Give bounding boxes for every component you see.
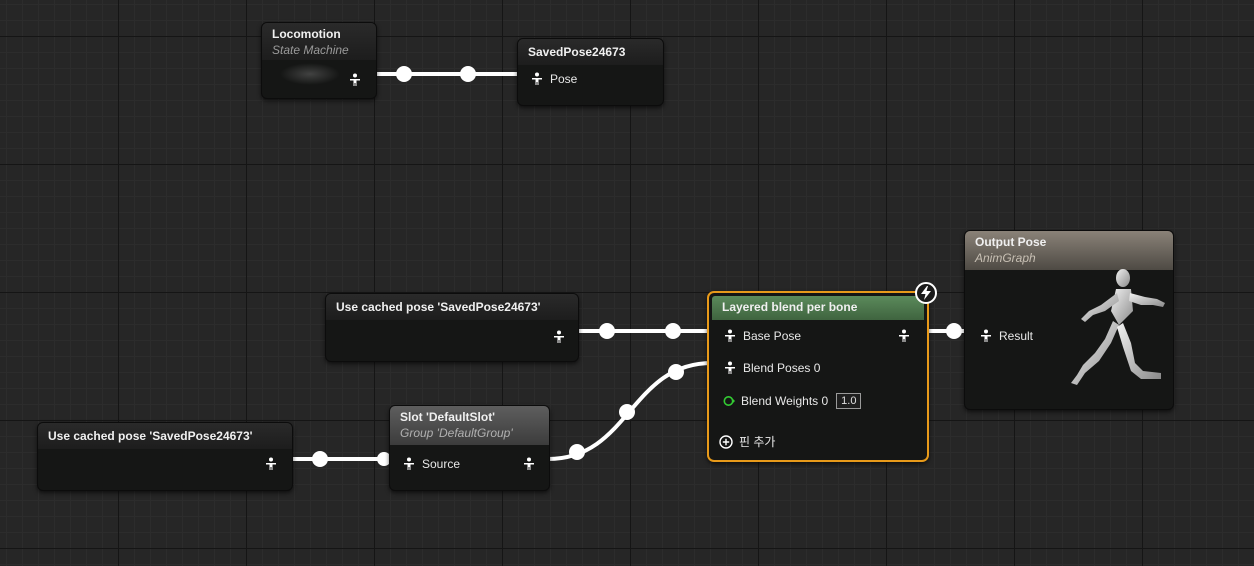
output-pose-pin[interactable] [552,330,566,344]
locomotion-node[interactable]: Locomotion State Machine [261,22,377,99]
result-pose-pin[interactable]: Result [979,329,1033,343]
node-subtitle: State Machine [272,43,349,57]
wire-knot[interactable] [665,323,681,339]
pose-person-icon [725,361,735,374]
node-title: Use cached pose 'SavedPose24673' [336,300,541,314]
pose-person-icon [981,329,991,342]
node-title: Locomotion [272,27,341,41]
pin-label: Blend Poses 0 [743,361,821,375]
plus-circle-icon [719,434,733,449]
output-pose-pin[interactable] [264,457,278,471]
pin-label: Source [422,457,461,471]
use-cached-pose-header: Use cached pose 'SavedPose24673' [326,294,578,320]
wire-knot[interactable] [946,323,962,339]
pin-label: Pose [550,72,578,86]
slot-header: Slot 'DefaultSlot' Group 'DefaultGroup' [390,406,549,445]
mannequin-running-icon [1071,269,1165,385]
output-pose-pin[interactable] [348,73,362,87]
use-cached-pose-node-2[interactable]: Use cached pose 'SavedPose24673' [37,422,293,491]
pin-label: Result [999,329,1034,343]
pose-person-icon [524,457,534,470]
pin-label: Base Pose [743,329,802,343]
pose-person-icon [404,457,414,470]
output-pose-pin[interactable] [522,457,536,471]
add-pin-label: 핀 추가 [739,435,776,449]
output-pose-node[interactable]: Output Pose AnimGraph Result [964,230,1174,410]
blend-weight-value-input[interactable]: 1.0 [836,393,862,409]
pose-person-icon [532,72,542,85]
saved-pose-node[interactable]: SavedPose24673 Pose [517,38,664,106]
lightning-icon [915,282,937,304]
layered-blend-header: Layered blend per bone [712,296,924,320]
slot-node[interactable]: Slot 'DefaultSlot' Group 'DefaultGroup' … [389,405,550,491]
wire-knot[interactable] [569,444,585,460]
wire-knot[interactable] [312,451,328,467]
output-pose-header: Output Pose AnimGraph [965,231,1173,270]
base-pose-pin[interactable]: Base Pose [723,329,801,343]
node-title: Slot 'DefaultSlot' [400,410,496,424]
node-subtitle: AnimGraph [975,251,1036,265]
pose-person-icon [899,329,909,342]
add-pin-button[interactable]: 핀 추가 [719,433,775,450]
node-title: SavedPose24673 [528,45,626,59]
wire-knot[interactable] [668,364,684,380]
node-title: Use cached pose 'SavedPose24673' [48,429,253,443]
use-cached-pose-node-1[interactable]: Use cached pose 'SavedPose24673' [325,293,579,362]
layered-blend-per-bone-node[interactable]: Layered blend per bone Base Pose Blend P… [707,291,929,462]
node-title: Layered blend per bone [722,300,858,314]
pin-label: Blend Weights 0 [741,394,829,408]
wire-knot[interactable] [460,66,476,82]
wire-knot[interactable] [619,404,635,420]
locomotion-header: Locomotion State Machine [262,23,376,60]
pose-person-icon [554,330,564,343]
blend-poses-pin[interactable]: Blend Poses 0 [723,361,820,375]
pose-person-icon [350,73,360,86]
node-title: Output Pose [975,235,1047,249]
pose-input-pin[interactable]: Pose [530,72,577,86]
float-pin-icon [723,396,735,406]
wire-knot[interactable] [599,323,615,339]
state-machine-thumbnail [280,63,340,85]
wire-knot[interactable] [396,66,412,82]
use-cached-pose-header: Use cached pose 'SavedPose24673' [38,423,292,449]
output-pose-pin[interactable] [897,329,911,343]
blend-weights-pin[interactable]: Blend Weights 0 1.0 [723,393,862,409]
source-pose-pin[interactable]: Source [402,457,460,471]
saved-pose-header: SavedPose24673 [518,39,663,65]
pose-person-icon [266,457,276,470]
pose-person-icon [725,329,735,342]
node-subtitle: Group 'DefaultGroup' [400,426,513,440]
